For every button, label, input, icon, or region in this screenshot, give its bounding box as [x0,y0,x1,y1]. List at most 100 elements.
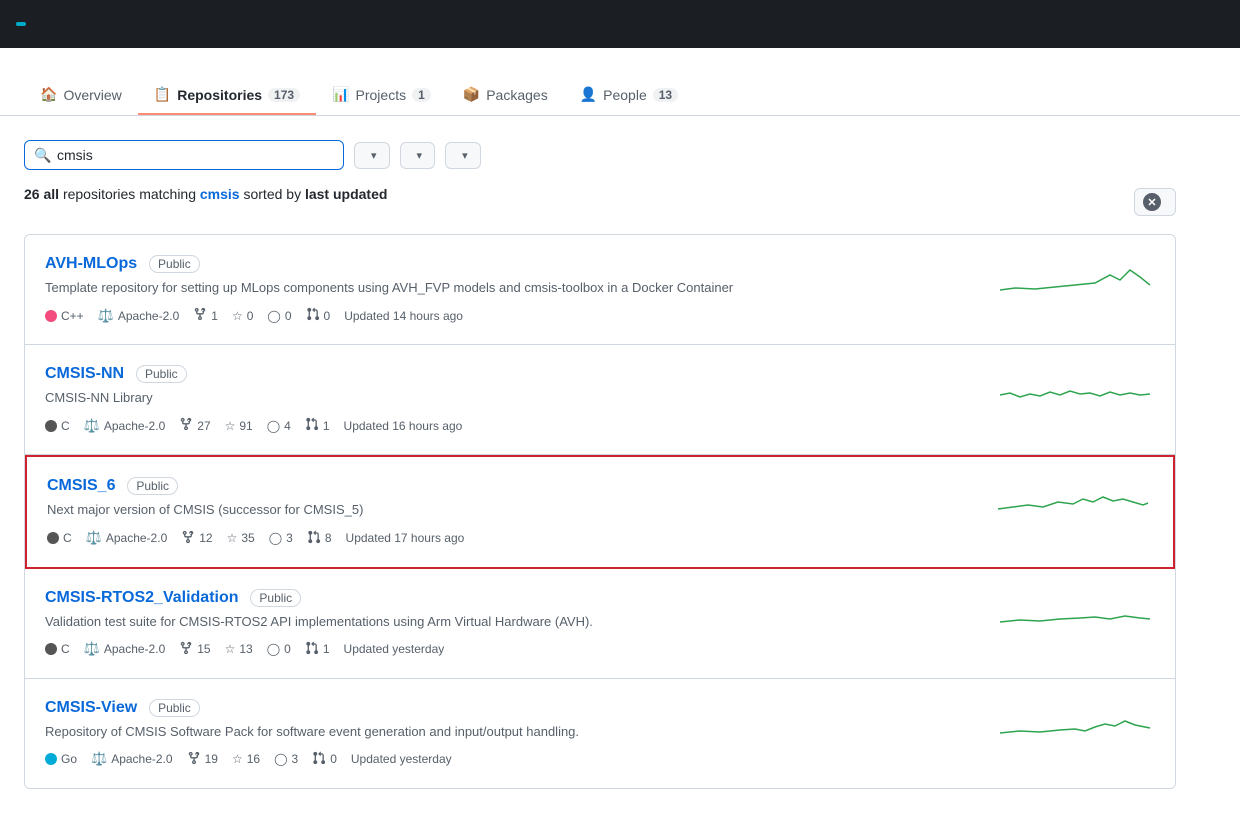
nav-tab-people[interactable]: 👤 People 13 [564,76,694,115]
repo-stars: ☆ 13 [225,642,253,656]
sort-filter-button[interactable]: ▾ [445,142,481,169]
clear-filter-button[interactable]: ✕ [1134,188,1176,216]
repo-meta: C ⚖️ Apache-2.0 12 ☆ 35 ◯ [47,530,973,547]
nav-icon-repositories: 📋 [154,86,171,103]
license-icon: ⚖️ [84,641,100,657]
lang-dot-icon [45,643,57,655]
repo-info: AVH-MLOps Public Template repository for… [45,255,975,324]
sparkline-chart [995,589,1155,639]
repo-name-row: CMSIS-RTOS2_Validation Public [45,589,975,607]
nav-tabs: 🏠 Overview 📋 Repositories 173📊 Projects … [24,76,1216,115]
repo-visibility-badge: Public [127,477,178,495]
pr-icon [312,751,326,768]
repo-language: Go [45,752,77,766]
org-logo[interactable] [16,22,34,26]
repo-info: CMSIS_6 Public Next major version of CMS… [47,477,973,546]
results-sort-text: sorted by [243,186,304,202]
forks-count: 15 [197,642,210,656]
repo-name-row: CMSIS-View Public [45,699,975,717]
repo-info: CMSIS-View Public Repository of CMSIS So… [45,699,975,768]
language-filter-button[interactable]: ▾ [400,142,436,169]
nav-icon-packages: 📦 [463,86,480,103]
repo-updated: Updated yesterday [351,752,452,766]
repo-sparkline [995,589,1155,639]
nav-icon-projects: 📊 [332,86,349,103]
repo-info: CMSIS-RTOS2_Validation Public Validation… [45,589,975,658]
repo-prs: 0 [312,751,337,768]
repo-stars: ☆ 16 [232,752,260,766]
nav-label-packages: Packages [486,87,547,103]
repo-name-row: CMSIS-NN Public [45,365,975,383]
license-icon: ⚖️ [91,751,107,767]
results-text: 26 all repositories matching cmsis sorte… [24,186,387,202]
nav-icon-people: 👤 [580,86,597,103]
license-label: Apache-2.0 [104,419,165,433]
repo-item-cmsis-nn: CMSIS-NN Public CMSIS-NN Library C ⚖️ Ap… [25,345,1175,455]
pr-icon [305,417,319,434]
issues-count: 0 [285,309,292,323]
forks-count: 27 [197,419,210,433]
pr-icon [305,641,319,658]
repo-license: ⚖️ Apache-2.0 [84,418,166,434]
repo-prs: 1 [305,417,330,434]
repo-issues: ◯ 4 [267,419,291,433]
repo-language: C++ [45,309,84,323]
repo-description: CMSIS-NN Library [45,389,975,407]
arm-badge [16,22,26,26]
license-label: Apache-2.0 [106,531,167,545]
repo-name-row: CMSIS_6 Public [47,477,973,495]
repo-meta: C ⚖️ Apache-2.0 27 ☆ 91 ◯ [45,417,975,434]
repo-forks: 19 [187,751,218,768]
pr-icon [306,307,320,324]
lang-label: C [61,419,70,433]
fork-icon [179,417,193,434]
nav-tab-projects[interactable]: 📊 Projects 1 [316,76,447,115]
nav-tab-repositories[interactable]: 📋 Repositories 173 [138,76,316,115]
repo-description: Repository of CMSIS Software Pack for so… [45,723,975,741]
repo-visibility-badge: Public [250,589,301,607]
issue-icon: ◯ [267,309,280,323]
repo-item-cmsis-view: CMSIS-View Public Repository of CMSIS So… [25,679,1175,788]
repo-name-link[interactable]: CMSIS-NN [45,365,124,382]
nav-tab-overview[interactable]: 🏠 Overview [24,76,138,115]
forks-count: 12 [199,531,212,545]
repo-language: C [47,531,72,545]
prs-count: 8 [325,531,332,545]
updated-label: Updated 14 hours ago [344,309,463,323]
type-filter-button[interactable]: ▾ [354,142,390,169]
repo-meta: Go ⚖️ Apache-2.0 19 ☆ 16 ◯ [45,751,975,768]
issue-icon: ◯ [274,752,287,766]
repo-name-link[interactable]: CMSIS-RTOS2_Validation [45,589,239,606]
nav-label-repositories: Repositories [177,87,262,103]
repo-forks: 27 [179,417,210,434]
prs-count: 0 [324,309,331,323]
stars-count: 0 [247,309,254,323]
repo-name-link[interactable]: AVH-MLOps [45,255,137,272]
fork-icon [193,307,207,324]
main-content: 🔍 ▾ ▾ ▾ 26 all repositories matching cms… [0,116,1200,813]
license-icon: ⚖️ [98,308,114,324]
clear-x-icon: ✕ [1143,193,1161,211]
fork-icon [181,530,195,547]
repo-visibility-badge: Public [136,365,187,383]
search-input[interactable] [24,140,344,170]
lang-dot-icon [45,420,57,432]
repo-name-link[interactable]: CMSIS-View [45,699,137,716]
repo-updated: Updated 14 hours ago [344,309,463,323]
repo-stars: ☆ 91 [225,419,253,433]
results-sort-by: last updated [305,186,387,202]
star-icon: ☆ [227,531,238,545]
repo-forks: 1 [193,307,218,324]
updated-label: Updated 17 hours ago [346,531,465,545]
updated-label: Updated 16 hours ago [344,419,463,433]
repo-name-link[interactable]: CMSIS_6 [47,477,115,494]
nav-badge-projects: 1 [412,88,431,102]
sparkline-chart [995,699,1155,749]
repo-visibility-badge: Public [149,255,200,273]
nav-tab-packages[interactable]: 📦 Packages [447,76,564,115]
repo-item-cmsis-rtos2-validation: CMSIS-RTOS2_Validation Public Validation… [25,569,1175,679]
lang-dot-icon [45,753,57,765]
license-icon: ⚖️ [84,418,100,434]
issue-icon: ◯ [267,642,280,656]
repo-info: CMSIS-NN Public CMSIS-NN Library C ⚖️ Ap… [45,365,975,434]
